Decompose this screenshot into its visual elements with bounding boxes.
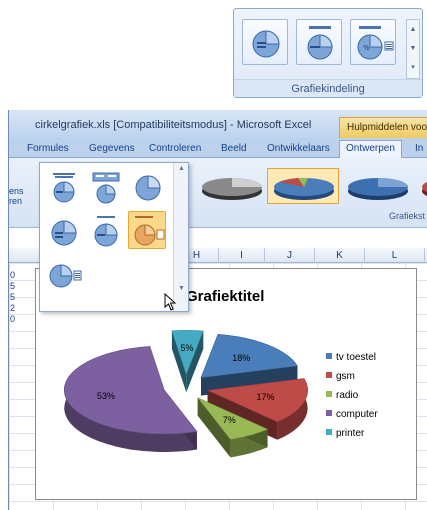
window-title: cirkelgrafiek.xls [Compatibiliteitsmodus… bbox=[35, 119, 312, 131]
chart-style-1-icon bbox=[202, 178, 262, 200]
scroll-down-icon[interactable]: ▼ bbox=[407, 39, 419, 58]
chart-title[interactable]: Grafiektitel bbox=[186, 288, 264, 305]
tab-ontwikkelaars[interactable]: Ontwikkelaars bbox=[267, 141, 330, 158]
cell-fragment[interactable]: 2 bbox=[10, 303, 15, 313]
scroll-up-icon[interactable]: ▲ bbox=[174, 163, 189, 175]
chart-tools-tab[interactable]: Hulpmiddelen voor g bbox=[339, 117, 427, 138]
data-label: 18% bbox=[232, 353, 250, 363]
cell-fragment[interactable]: 0 bbox=[10, 314, 15, 324]
gallery-layout-4[interactable] bbox=[44, 211, 82, 249]
svg-text:%: % bbox=[363, 44, 370, 52]
mouse-cursor-icon bbox=[164, 293, 177, 311]
gallery-layout-2[interactable] bbox=[86, 167, 124, 205]
layout-7-icon bbox=[49, 264, 82, 288]
cell-fragment[interactable]: 5 bbox=[10, 281, 15, 291]
gallery-layout-1[interactable] bbox=[44, 167, 82, 205]
layout-4-icon bbox=[51, 220, 77, 246]
tab-in[interactable]: In bbox=[415, 141, 423, 158]
excel-window: cirkelgrafiek.xls [Compatibiliteitsmodus… bbox=[8, 110, 427, 510]
title-bar: cirkelgrafiek.xls [Compatibiliteitsmodus… bbox=[9, 110, 427, 138]
layout-6-icon bbox=[134, 216, 165, 246]
layout-1-tile[interactable] bbox=[242, 19, 288, 65]
legend-swatch bbox=[326, 429, 332, 435]
zoom-gallery-scroll[interactable]: ▲ ▼ ▾ bbox=[406, 19, 420, 79]
tab-gegevens[interactable]: Gegevens bbox=[89, 141, 135, 158]
layout-2-icon bbox=[92, 172, 120, 204]
column-header-l[interactable]: L bbox=[365, 248, 425, 263]
legend-entry: computer bbox=[336, 409, 378, 420]
ribbon-tab-bar: Formules Gegevens Controleren Beeld Ontw… bbox=[9, 138, 427, 159]
chart-styles-group-label: Grafiekst bbox=[389, 211, 426, 221]
legend-entry: gsm bbox=[336, 371, 355, 382]
chart-style-2[interactable] bbox=[267, 168, 339, 204]
chart-style-2-icon bbox=[274, 177, 334, 200]
chart-layout-gallery: ▲ ▼ bbox=[39, 162, 189, 312]
column-header-j[interactable]: J bbox=[265, 248, 315, 263]
layout-3-icon: % bbox=[357, 26, 394, 60]
layout-2-tile[interactable] bbox=[296, 19, 342, 65]
chart-style-4[interactable] bbox=[415, 168, 427, 204]
ribbon-left-line-2: ren bbox=[9, 196, 23, 206]
gallery-layout-3[interactable] bbox=[128, 167, 166, 205]
layout-3-tile[interactable]: % bbox=[350, 19, 396, 65]
zoom-group-label: Grafiekindeling bbox=[234, 79, 422, 97]
tab-ontwerpen[interactable]: Ontwerpen bbox=[339, 140, 402, 159]
data-label: 17% bbox=[257, 392, 275, 402]
scroll-up-icon[interactable]: ▲ bbox=[407, 20, 419, 39]
cell-fragment[interactable]: 0 bbox=[10, 270, 15, 280]
ribbon-left-line-1: ens bbox=[9, 186, 24, 196]
legend-swatch bbox=[326, 372, 332, 378]
chart-style-4-icon bbox=[422, 182, 427, 196]
column-header-k[interactable]: K bbox=[315, 248, 365, 263]
data-label: 53% bbox=[97, 391, 115, 401]
chart-layout-zoom-callout: % ▲ ▼ ▾ Grafiekindeling bbox=[233, 8, 423, 98]
layout-3-icon bbox=[135, 175, 161, 201]
data-label: 7% bbox=[223, 415, 236, 425]
gallery-scrollbar[interactable]: ▲ ▼ bbox=[173, 163, 188, 311]
chart-legend[interactable]: tv toestel gsm radio computer printer bbox=[326, 352, 378, 439]
legend-entry: tv toestel bbox=[336, 352, 376, 363]
tab-beeld[interactable]: Beeld bbox=[221, 141, 247, 158]
ribbon-left-fragment: ens ren bbox=[9, 186, 24, 206]
chart-style-3[interactable] bbox=[341, 168, 413, 204]
tab-controleren[interactable]: Controleren bbox=[149, 141, 201, 158]
layout-2-icon bbox=[307, 26, 333, 60]
tab-formules[interactable]: Formules bbox=[27, 141, 69, 158]
data-label: 5% bbox=[181, 343, 194, 353]
chart-style-3-icon bbox=[348, 178, 408, 200]
layout-1-icon bbox=[252, 30, 280, 58]
gallery-layout-5[interactable] bbox=[86, 211, 124, 249]
chart-style-1[interactable] bbox=[195, 168, 267, 204]
gallery-layout-6[interactable] bbox=[128, 211, 166, 249]
legend-entry: printer bbox=[336, 428, 365, 439]
column-header-i[interactable]: I bbox=[219, 248, 265, 263]
legend-swatch bbox=[326, 410, 332, 416]
cell-fragment[interactable]: 5 bbox=[10, 292, 15, 302]
gallery-layout-7[interactable] bbox=[44, 255, 82, 293]
legend-swatch bbox=[326, 353, 332, 359]
more-icon[interactable]: ▾ bbox=[407, 58, 419, 77]
legend-entry: radio bbox=[336, 390, 359, 401]
legend-swatch bbox=[326, 391, 332, 397]
layout-5-icon bbox=[94, 216, 118, 247]
layout-1-icon bbox=[53, 173, 75, 203]
